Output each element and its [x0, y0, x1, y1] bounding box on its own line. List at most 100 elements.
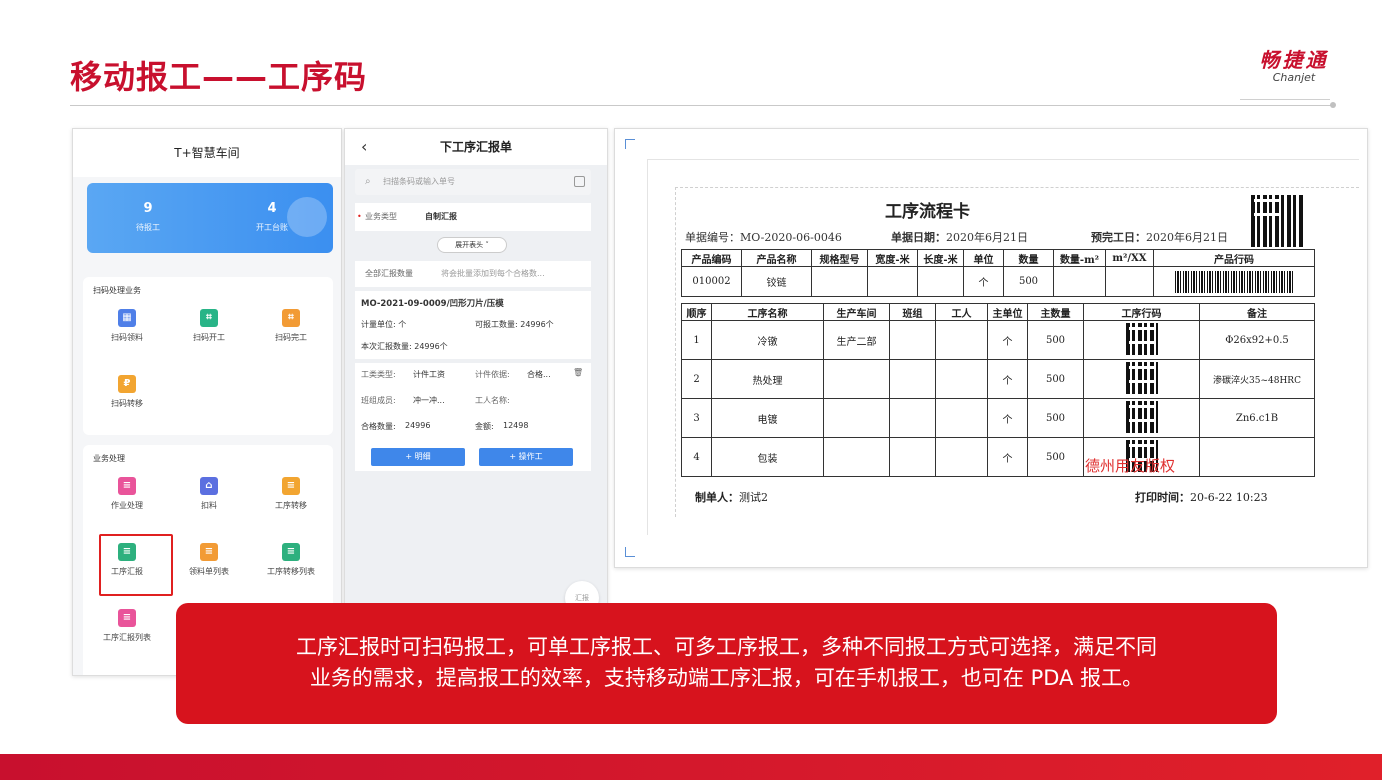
tile-label: 扫码完工: [275, 333, 307, 342]
doc-date-value: 2020年6月21日: [946, 231, 1028, 244]
team-label: 班组成员:: [361, 396, 396, 405]
th-spec: 规格型号: [811, 249, 868, 267]
callout-line-1: 工序汇报时可扫码报工，可单工序报工、可多工序报工，多种不同报工方式可选择，满足不…: [296, 635, 1157, 659]
td-spec: [811, 266, 868, 297]
maker-label: 制单人：: [695, 491, 739, 504]
th-product-code: 产品编码: [681, 249, 742, 267]
job-icon: ≡: [118, 477, 136, 495]
process-row: 3 电镀 个 500 Zn6.c1B: [681, 398, 1315, 438]
piece-value[interactable]: 合格...: [527, 369, 551, 380]
th-worker: 工人: [935, 303, 988, 321]
td-process-name: 电镀: [711, 398, 824, 438]
td-unit: 个: [963, 266, 1004, 297]
corner-mark: [625, 139, 635, 149]
smart-workshop-screen: T+智慧车间 9 待报工 4 开工台账 扫码处理业务 ▦ 扫码领料 ⌗ 扫码开工…: [72, 128, 342, 676]
flowcard-title: 工序流程卡: [885, 202, 970, 222]
worktype-value[interactable]: 计件工资: [413, 369, 445, 380]
corner-mark: [625, 547, 635, 557]
requisition-list-icon: ≡: [200, 543, 218, 561]
due-date-value: 2020年6月21日: [1146, 231, 1228, 244]
slide-title: 移动报工——工序码: [70, 58, 368, 96]
th-length: 长度-米: [917, 249, 964, 267]
amount-value[interactable]: 12498: [503, 421, 528, 430]
add-operator-button[interactable]: + 操作工: [479, 448, 573, 466]
search-input[interactable]: ⌕ 扫描条码或输入单号: [355, 169, 591, 195]
reportable-qty: 可报工数量: 24996个: [475, 320, 554, 329]
td-main-unit: 个: [987, 359, 1028, 399]
td-workshop: [823, 437, 890, 477]
td-process-name: 热处理: [711, 359, 824, 399]
td-qty-m2: [1053, 266, 1106, 297]
td-remarks: Φ26x92+0.5: [1199, 320, 1315, 360]
worktype-label: 工类类型:: [361, 370, 396, 379]
maker: 制单人：测试2: [695, 489, 768, 505]
delete-icon[interactable]: 🗑: [573, 368, 583, 377]
tile-label: 工序转移列表: [267, 567, 315, 576]
tile-scan-material[interactable]: ▦ 扫码领料: [89, 309, 165, 343]
team-value[interactable]: 冲一冲...: [413, 395, 445, 406]
tile-job-processing[interactable]: ≡ 作业处理: [89, 477, 165, 511]
td-main-unit: 个: [987, 437, 1028, 477]
tile-transfer-list[interactable]: ≡ 工序转移列表: [253, 543, 329, 577]
search-icon: ⌕: [365, 176, 371, 187]
product-header-row: 产品编码 产品名称 规格型号 宽度-米 长度-米 单位 数量 数量-m² m²/…: [681, 249, 1315, 267]
td-workshop: [823, 398, 890, 438]
stat-pending-value: 9: [143, 201, 153, 216]
td-main-qty: 500: [1027, 437, 1084, 477]
qty-row[interactable]: 全部汇报数量 将会批量添加到每个合格数...: [355, 261, 591, 287]
tile-label: 工序转移: [275, 501, 307, 510]
th-remarks: 备注: [1199, 303, 1315, 321]
th-product-name: 产品名称: [741, 249, 812, 267]
biz-type-value: 自制汇报: [425, 212, 457, 221]
tile-label: 扣料: [201, 501, 217, 510]
th-main-unit: 主单位: [987, 303, 1028, 321]
order-card[interactable]: MO-2021-09-0009/凹形刀片/压模 计量单位: 个 可报工数量: 2…: [355, 291, 591, 359]
stat-pending-label: 待报工: [136, 223, 160, 232]
process-row: 2 热处理 个 500 渗碳淬火35~48HRC: [681, 359, 1315, 399]
qty-label: 全部汇报数量: [365, 269, 413, 278]
print-time-value: 20-6-22 10:23: [1190, 491, 1268, 504]
tile-process-transfer[interactable]: ≡ 工序转移: [253, 477, 329, 511]
add-detail-button[interactable]: + 明细: [371, 448, 465, 466]
qualified-value[interactable]: 24996: [405, 421, 430, 430]
td-main-unit: 个: [987, 320, 1028, 360]
logo-cn: 畅捷通: [1259, 48, 1329, 72]
th-qty: 数量: [1003, 249, 1054, 267]
transfer-list-icon: ≡: [282, 543, 300, 561]
td-seq: 3: [681, 398, 712, 438]
expand-header-toggle[interactable]: 展开表头 ˅: [437, 237, 507, 253]
tile-label: 扫码领料: [111, 333, 143, 342]
scan-icon[interactable]: [574, 176, 585, 187]
tile-report-list[interactable]: ≡ 工序汇报列表: [89, 609, 165, 643]
th-main-qty: 主数量: [1027, 303, 1084, 321]
tile-label: 工序汇报列表: [103, 633, 151, 642]
order-number: MO-2021-09-0009/凹形刀片/压模: [361, 299, 504, 309]
tile-scan-finish[interactable]: ⌗ 扫码完工: [253, 309, 329, 343]
scan-transfer-icon: ₽: [118, 375, 136, 393]
maker-value: 测试2: [739, 491, 768, 504]
process-row: 1 冷镦 生产二部 个 500 Φ26x92+0.5: [681, 320, 1315, 360]
copyright-watermark: 德州用友版权: [1085, 457, 1176, 475]
stat-pending[interactable]: 9 待报工: [93, 201, 203, 233]
scan-material-icon: ▦: [118, 309, 136, 327]
td-remarks: [1199, 437, 1315, 477]
deduct-icon: ⌂: [200, 477, 218, 495]
td-width: [867, 266, 918, 297]
td-team: [889, 320, 936, 360]
scan-finish-icon: ⌗: [282, 309, 300, 327]
tile-requisition-list[interactable]: ≡ 领料单列表: [171, 543, 247, 577]
td-worker: [935, 437, 988, 477]
td-worker: [935, 359, 988, 399]
biz-type-row[interactable]: • 业务类型 自制汇报: [355, 203, 591, 231]
callout-line-2: 业务的需求，提高报工的效率，支持移动端工序汇报，可在手机报工，也可在 PDA 报…: [309, 666, 1144, 690]
tile-scan-start[interactable]: ⌗ 扫码开工: [171, 309, 247, 343]
td-product-name: 铰链: [741, 266, 812, 297]
td-m2-xx: [1105, 266, 1154, 297]
print-time-label: 打印时间：: [1135, 491, 1190, 504]
tile-scan-transfer[interactable]: ₽ 扫码转移: [89, 375, 165, 409]
tile-deduct[interactable]: ⌂ 扣料: [171, 477, 247, 511]
title-divider: [70, 105, 1332, 106]
qualified-label: 合格数量:: [361, 422, 396, 431]
tile-label: 扫码开工: [193, 333, 225, 342]
highlight-frame: [99, 534, 173, 596]
